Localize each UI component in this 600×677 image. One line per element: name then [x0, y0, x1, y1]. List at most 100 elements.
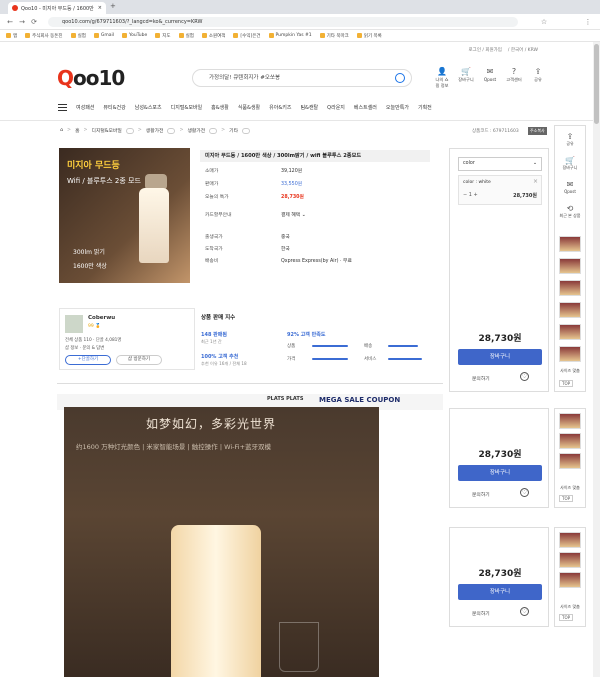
- login-link[interactable]: 로그인 / 회원가입: [469, 47, 502, 53]
- wishlist-heart-icon[interactable]: ♡: [520, 607, 529, 616]
- close-tab-icon[interactable]: ×: [98, 5, 102, 11]
- share-button[interactable]: ⇪ 공유: [530, 67, 546, 89]
- forward-icon[interactable]: →: [18, 18, 26, 26]
- add-to-cart-button[interactable]: 장바구니: [458, 465, 542, 481]
- scrollbar-thumb[interactable]: [594, 44, 599, 124]
- recent-product-thumb[interactable]: [559, 258, 581, 274]
- page-scrollbar[interactable]: [593, 42, 600, 677]
- cart-button[interactable]: 🛒 장바구니: [458, 67, 474, 89]
- inquiry-link[interactable]: 문의하기: [472, 375, 490, 382]
- bookmark-item[interactable]: Gmail: [93, 33, 114, 38]
- category-menu-item[interactable]: 디지털&모바일: [171, 104, 203, 111]
- scroll-top-button[interactable]: TOP: [559, 614, 574, 621]
- mail-button[interactable]: ✉ Qpost: [482, 67, 498, 89]
- category-menu-item[interactable]: 남성&스포츠: [135, 104, 162, 111]
- help-button[interactable]: ? 고객센터: [506, 67, 522, 89]
- bookmark-item[interactable]: 지도: [155, 33, 171, 39]
- inquiry-link[interactable]: 문의하기: [472, 491, 490, 498]
- breadcrumb-dropdown-icon[interactable]: [125, 127, 134, 134]
- scroll-top-button[interactable]: TOP: [559, 495, 574, 502]
- menu-dots-icon[interactable]: ⋮: [584, 18, 592, 26]
- category-menu-item[interactable]: 뷰티&건강: [103, 104, 125, 111]
- scroll-top-button[interactable]: TOP: [559, 380, 574, 387]
- category-menu-item[interactable]: 식품&생활: [238, 104, 260, 111]
- visit-shop-button[interactable]: 샵 방문하기: [116, 355, 162, 365]
- add-to-cart-button[interactable]: 장바구니: [458, 584, 542, 600]
- bookmark-item[interactable]: 주식회사 동돈진: [25, 33, 63, 39]
- breadcrumb-item[interactable]: 생활가전: [187, 127, 205, 134]
- wishlist-heart-icon[interactable]: ♡: [520, 488, 529, 497]
- bookmark-item[interactable]: 실험: [70, 33, 86, 39]
- add-to-cart-button[interactable]: 장바구니: [458, 349, 542, 365]
- recent-product-thumb[interactable]: [559, 453, 581, 469]
- bookmark-item[interactable]: YouTube: [121, 33, 147, 38]
- bookmark-item[interactable]: Pumpkin Yas #1: [268, 33, 312, 38]
- similar-label[interactable]: 사이즈 맞춤: [555, 604, 585, 610]
- search-input[interactable]: 가정의달! 큐텐회지가 #오쏘봉: [192, 69, 412, 87]
- category-menu-item[interactable]: 베스트셀러: [354, 104, 377, 111]
- language-currency[interactable]: / 한국어 / KRW: [508, 47, 538, 53]
- qoo10-logo[interactable]: Qoo10: [57, 66, 125, 90]
- color-select[interactable]: color ⌄: [458, 157, 542, 171]
- url-field[interactable]: qoo10.com/g/679711603/?_langcd=ko&_curre…: [48, 17, 518, 27]
- bar-delivery: [388, 345, 418, 347]
- recent-product-thumb[interactable]: [559, 346, 581, 362]
- category-menu-item[interactable]: 기획전: [418, 104, 432, 111]
- product-main-image[interactable]: 미지아 무드등 Wifi / 블루투스 2종 모드 300lm 밝기 1600만…: [59, 148, 190, 283]
- breadcrumb-dropdown-icon[interactable]: [209, 127, 218, 134]
- back-icon[interactable]: ←: [6, 18, 14, 26]
- similar-label[interactable]: 사이즈 맞춤: [555, 368, 585, 374]
- star-icon[interactable]: ☆: [540, 18, 548, 26]
- recent-product-thumb[interactable]: [559, 433, 581, 449]
- recent-product-thumb[interactable]: [559, 236, 581, 252]
- breadcrumb-item[interactable]: 기타: [229, 127, 238, 134]
- bookmark-item[interactable]: 소원여객: [201, 33, 225, 39]
- seller-logo[interactable]: [65, 315, 83, 333]
- bookmark-item[interactable]: 앱: [6, 33, 17, 39]
- recent-product-thumb[interactable]: [559, 324, 581, 340]
- browser-tab[interactable]: Qoo10 - 미지아 무드등 / 1600만 ×: [8, 2, 106, 14]
- breadcrumb-item[interactable]: 디지털&모바일: [92, 127, 122, 134]
- similar-label[interactable]: 사이즈 맞춤: [555, 485, 585, 491]
- inquiry-link[interactable]: 문의하기: [472, 610, 490, 617]
- hamburger-icon[interactable]: [58, 104, 67, 111]
- info-value[interactable]: 결제 혜택 ⌄: [281, 211, 306, 218]
- recent-product-thumb[interactable]: [559, 413, 581, 429]
- recent-product-thumb[interactable]: [559, 302, 581, 318]
- category-menu-item[interactable]: 홈&생활: [211, 104, 229, 111]
- new-tab-icon[interactable]: +: [110, 2, 116, 10]
- bookmark-item[interactable]: 기타 북마크: [319, 33, 349, 39]
- seller-links[interactable]: 샵 정보 · 문의 & 답변: [65, 345, 104, 351]
- reload-icon[interactable]: ⟳: [30, 18, 38, 26]
- category-menu-item[interactable]: 오늘만특가: [386, 104, 409, 111]
- share-sidebar-button[interactable]: ⇪ 공유: [555, 132, 585, 147]
- recent-product-thumb[interactable]: [559, 572, 581, 588]
- history-sidebar-button[interactable]: ⟲ 최근 본 상품: [555, 204, 585, 219]
- category-menu-item[interactable]: 팀&캔탈: [300, 104, 318, 111]
- search-icon[interactable]: [395, 73, 405, 83]
- user-button[interactable]: 👤 나의 쇼핑 정보: [434, 67, 450, 89]
- category-menu-item[interactable]: 여성패션: [76, 104, 94, 111]
- wishlist-heart-icon[interactable]: ♡: [520, 372, 529, 381]
- breadcrumb-item[interactable]: 홈: [75, 127, 79, 134]
- bookmark-item[interactable]: 읽기 목록: [356, 33, 382, 39]
- breadcrumb: ⌂ > 홈 > 디지털&모바일 > 생활가전 > 생활가전 > 기타: [60, 127, 250, 134]
- bookmark-item[interactable]: 실험: [178, 33, 194, 39]
- copy-url-button[interactable]: 주소복사: [528, 127, 547, 135]
- recent-product-thumb[interactable]: [559, 532, 581, 548]
- seller-name[interactable]: Coberwu: [88, 315, 115, 321]
- category-menu-item[interactable]: 유아&키즈: [269, 104, 291, 111]
- breadcrumb-item[interactable]: 생활가전: [146, 127, 164, 134]
- quantity-stepper[interactable]: − 1 +: [463, 192, 478, 198]
- recent-product-thumb[interactable]: [559, 280, 581, 296]
- follow-seller-button[interactable]: +단골하기: [65, 355, 111, 365]
- remove-option-icon[interactable]: ×: [533, 178, 538, 185]
- home-icon[interactable]: ⌂: [60, 128, 63, 133]
- mail-sidebar-button[interactable]: ✉ Qpost: [555, 180, 585, 194]
- category-menu-item[interactable]: Q라운지: [327, 104, 345, 111]
- breadcrumb-dropdown-icon[interactable]: [242, 127, 250, 134]
- cart-sidebar-button[interactable]: 🛒 장바구니: [555, 156, 585, 171]
- breadcrumb-dropdown-icon[interactable]: [167, 127, 176, 134]
- recent-product-thumb[interactable]: [559, 552, 581, 568]
- bookmark-item[interactable]: [수익]은건: [233, 33, 261, 39]
